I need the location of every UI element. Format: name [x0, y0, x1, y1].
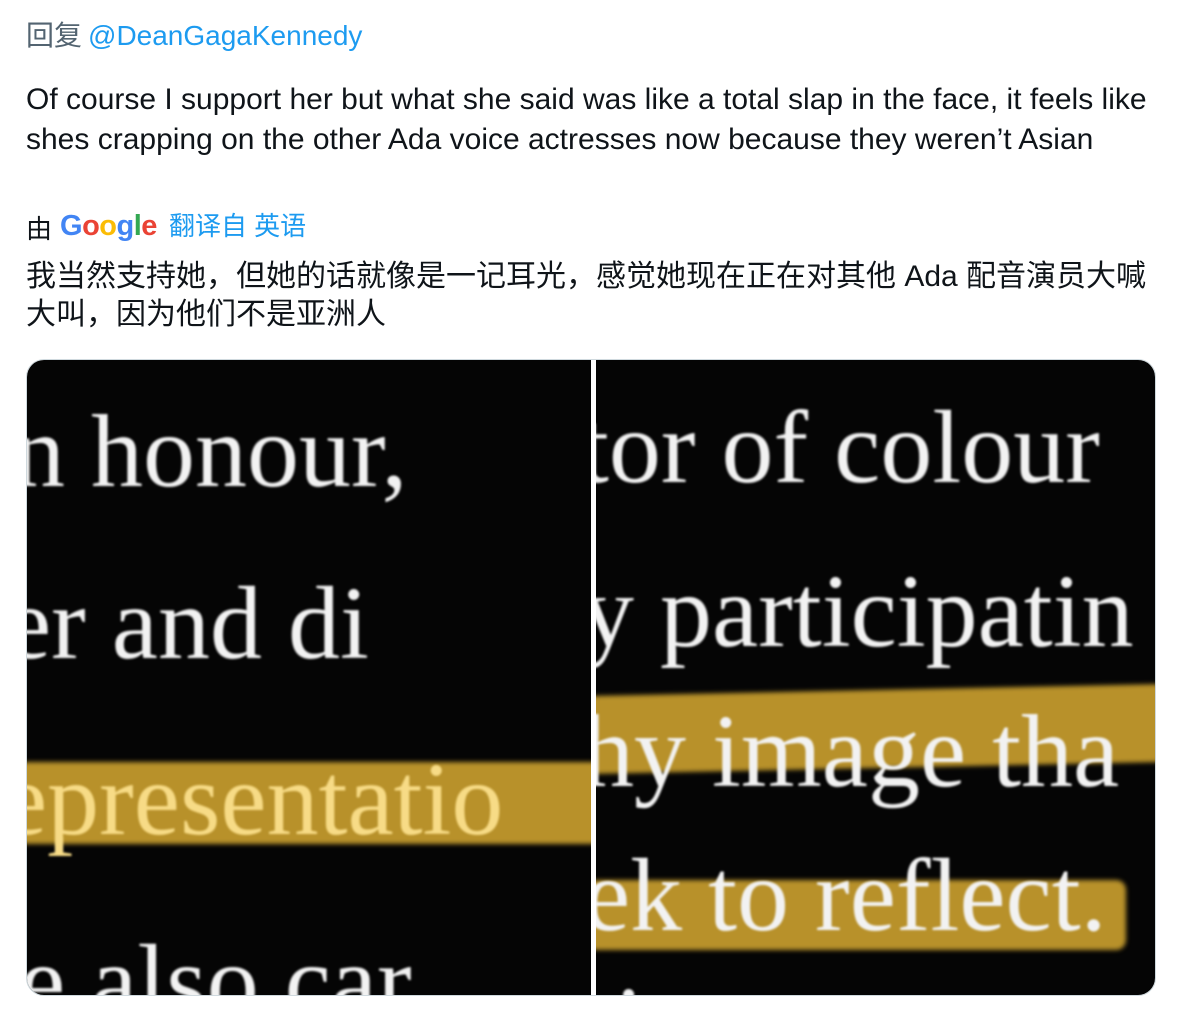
image-text-line: y participatin [596, 554, 1134, 669]
image-text-line: tion t [596, 972, 803, 996]
image-text-line: e also car [27, 924, 412, 996]
media-grid: n honour, er and di epresentatio e also … [26, 359, 1156, 996]
image-text-line: epresentatio [27, 742, 504, 857]
tweet-text: Of course I support her but what she sai… [26, 83, 1155, 156]
image-text-line: ek to reflect. [596, 838, 1107, 953]
reply-handle-link[interactable]: @DeanGagaKennedy [88, 20, 362, 51]
media-image-left[interactable]: n honour, er and di epresentatio e also … [27, 360, 591, 995]
image-text-line: tor of colour [596, 390, 1100, 505]
translated-by-label: 由 [26, 214, 53, 244]
translation-attribution: 由 Google 翻译自 英语 [26, 205, 306, 247]
reply-prefix: 回复 [26, 20, 83, 51]
image-text-line: hy image tha [596, 694, 1120, 809]
google-logo: Google [60, 210, 157, 242]
media-image-right[interactable]: tor of colour y participatin hy image th… [596, 360, 1155, 995]
image-text-line: n honour, [27, 394, 408, 509]
reply-to-line: 回复 @DeanGagaKennedy [26, 18, 362, 54]
image-text-line: er and di [27, 566, 369, 681]
translated-text: 我当然支持她，但她的话就像是一记耳光，感觉她现在正在对其他 Ada 配音演员大喊… [26, 260, 1147, 331]
translated-from-link[interactable]: 翻译自 英语 [169, 208, 306, 244]
